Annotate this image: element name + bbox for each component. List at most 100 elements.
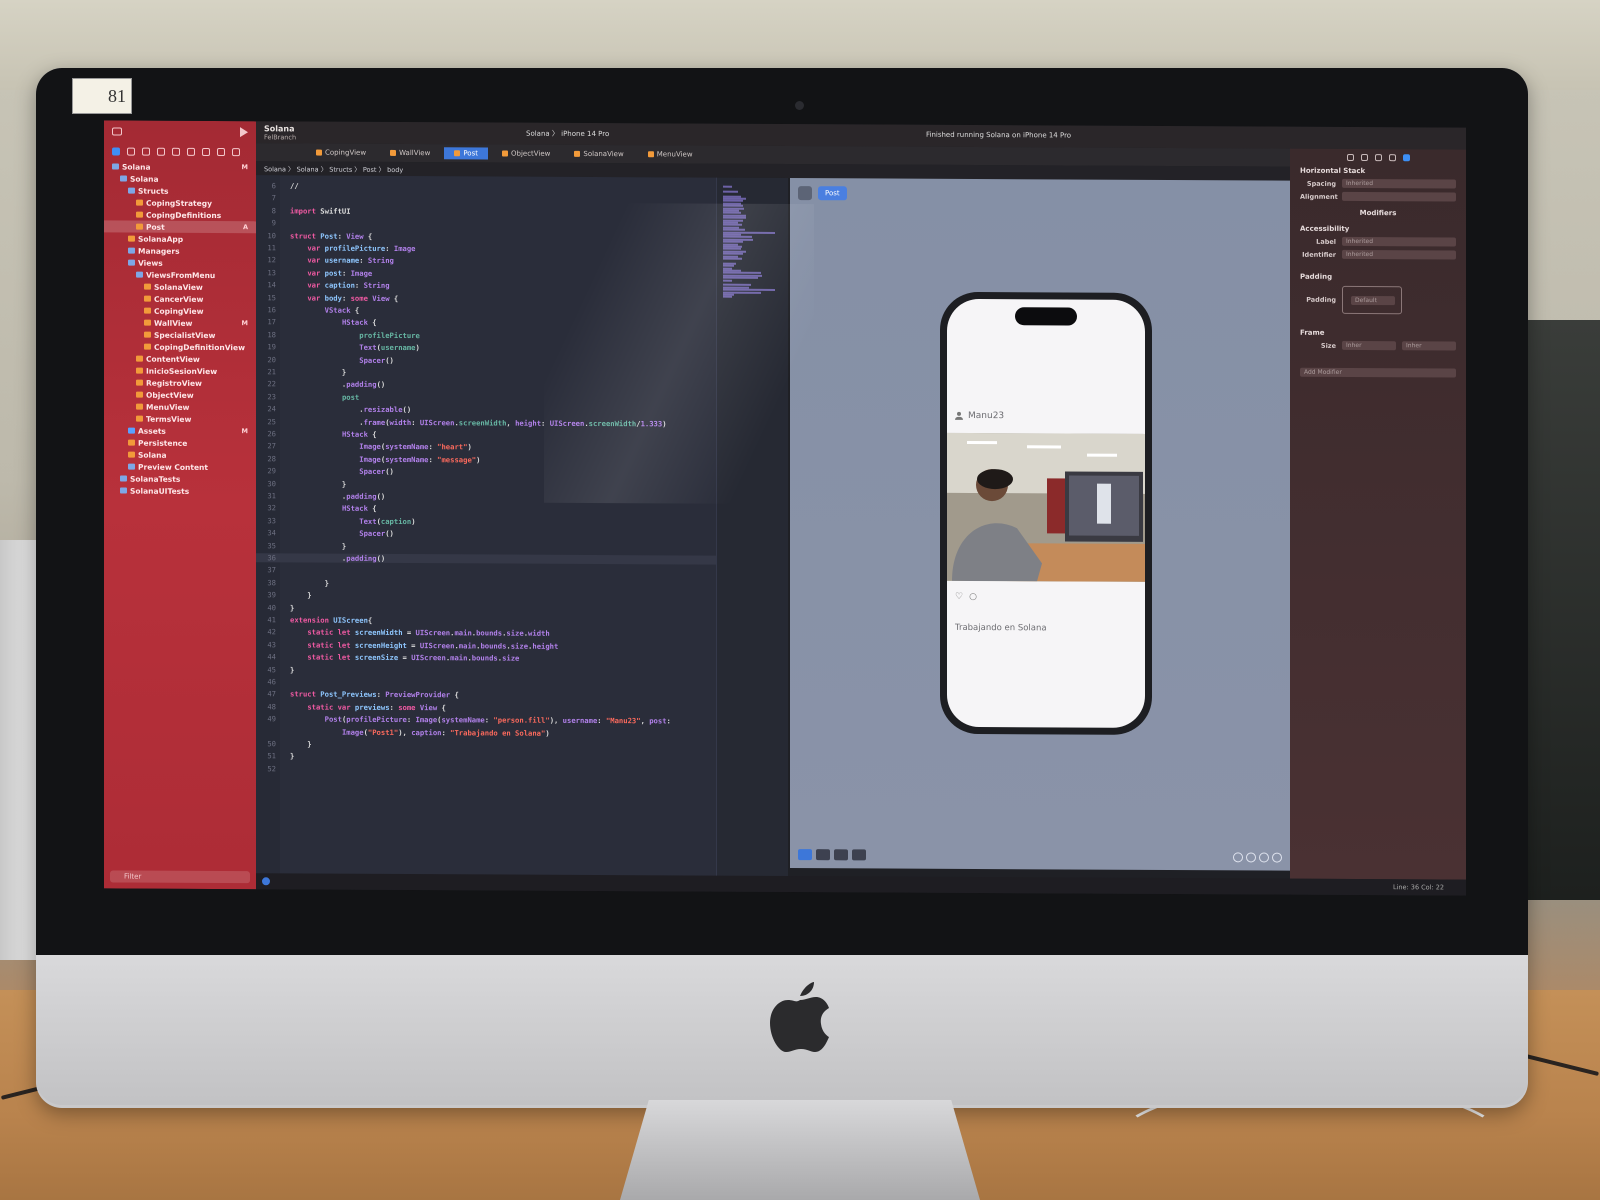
frame-header: Frame (1300, 328, 1325, 337)
navigator-item[interactable]: SolanaView (104, 280, 256, 293)
navigator-item[interactable]: SpecialistView (104, 328, 256, 341)
code-line[interactable]: 6 // (256, 181, 716, 193)
code-line[interactable]: 40} (256, 603, 716, 615)
report-icon[interactable] (232, 148, 240, 157)
code-line[interactable]: 34 Spacer() (256, 528, 716, 540)
pin-icon[interactable] (798, 186, 812, 201)
editor-tab[interactable]: Post (444, 147, 488, 160)
code-line[interactable]: 51} (256, 752, 716, 764)
message-icon[interactable]: ○ (969, 592, 977, 602)
device-settings-icon[interactable] (852, 849, 866, 861)
code-line[interactable]: 45} (256, 665, 716, 677)
code-line[interactable]: 37 (256, 566, 716, 578)
scheme-selector[interactable]: Solana 〉 iPhone 14 Pro (526, 129, 609, 139)
label-field[interactable]: Inherited (1342, 236, 1456, 247)
warning-icon[interactable] (172, 147, 180, 156)
navigator-item[interactable]: ContentView (104, 352, 256, 365)
navigator-item[interactable]: SolanaTests (104, 472, 256, 485)
navigator-item[interactable]: Solana M (104, 160, 256, 173)
history-inspector-icon[interactable] (1360, 153, 1368, 161)
navigator-item[interactable]: Solana (104, 448, 256, 461)
filter-input[interactable]: Filter (110, 870, 250, 884)
navigator-item[interactable]: CopingDefinitionView (104, 340, 256, 353)
preview-chip[interactable]: Post (818, 186, 847, 201)
spacing-field[interactable]: Inherited (1342, 178, 1456, 189)
editor-tab[interactable]: CopingView (306, 146, 376, 158)
editor-tab[interactable]: MenuView (638, 148, 703, 160)
navigator-item[interactable]: WallView M (104, 316, 256, 329)
navigator-item[interactable]: CancerView (104, 292, 256, 305)
navigator-item[interactable]: TermsView (104, 412, 256, 425)
editor-tab[interactable]: SolanaView (564, 148, 633, 160)
navigator-item[interactable]: RegistroView (104, 376, 256, 389)
code-line[interactable]: 50 } (256, 739, 716, 751)
code-line[interactable]: 46 (256, 677, 716, 689)
code-line[interactable]: 32 HStack { (256, 504, 716, 516)
navigator-item[interactable]: Preview Content (104, 460, 256, 473)
editor-tab[interactable]: ObjectView (492, 147, 560, 159)
navigator-item[interactable]: CopingDefinitions (104, 208, 256, 221)
modifiers-header: Modifiers (1359, 209, 1397, 218)
debug-icon[interactable] (202, 147, 210, 156)
zoom-actual-icon[interactable] (1259, 852, 1269, 863)
alignment-segmented-control[interactable] (1342, 191, 1456, 202)
source-control-icon[interactable] (127, 147, 135, 156)
accessibility-inspector-icon[interactable] (1388, 153, 1396, 161)
run-button[interactable] (240, 127, 248, 138)
code-line[interactable]: 35 } (256, 541, 716, 553)
navigator-item[interactable]: InicioSesionView (104, 364, 256, 377)
navigator-item[interactable]: CopingView (104, 304, 256, 317)
code-line[interactable]: 52 (256, 764, 716, 776)
padding-field[interactable]: Default (1351, 295, 1395, 306)
code-line[interactable]: 38 } (256, 578, 716, 590)
variants-icon[interactable] (834, 849, 848, 861)
code-line[interactable]: 36 .padding() (256, 553, 716, 566)
navigator-item[interactable]: CopingStrategy (104, 196, 256, 209)
code-line[interactable]: 41 extension UIScreen{ (256, 615, 716, 627)
heart-icon[interactable]: ♡ (955, 592, 963, 602)
file-inspector-icon[interactable] (1346, 153, 1354, 161)
folder-icon[interactable] (112, 147, 120, 156)
symbol-icon[interactable] (142, 147, 150, 156)
live-preview-icon[interactable] (798, 849, 812, 861)
navigator-item[interactable]: Views (104, 256, 256, 269)
code-line[interactable]: 44 static let screenSize = UIScreen.main… (256, 652, 716, 664)
code-line[interactable]: 39 } (256, 590, 716, 602)
code-line[interactable]: 47 struct Post_Previews: PreviewProvider … (256, 690, 716, 702)
code-line[interactable]: 49 Post(profilePicture: Image(systemName… (256, 714, 716, 726)
navigator-item[interactable]: Assets M (104, 424, 256, 437)
navigator-item[interactable]: Structs (104, 184, 256, 197)
code-line[interactable]: 43 static let screenHeight = UIScreen.ma… (256, 640, 716, 652)
navigator-item[interactable]: SolanaUITests (104, 484, 256, 497)
code-line[interactable]: 42 static let screenWidth = UIScreen.mai… (256, 628, 716, 640)
navigator-item[interactable]: ViewsFromMenu (104, 268, 256, 281)
branch-name[interactable]: FelBranch (264, 133, 296, 141)
width-field[interactable]: Inher (1342, 340, 1396, 351)
sidebar-toggle-icon[interactable] (112, 127, 122, 136)
code-line[interactable]: 48 static var previews: some View { (256, 702, 716, 714)
code-line[interactable]: 33 Text(caption) (256, 516, 716, 528)
identifier-field[interactable]: Inherited (1342, 249, 1456, 260)
zoom-in-icon[interactable] (1272, 852, 1282, 863)
search-icon[interactable] (157, 147, 165, 156)
debug-area-icon[interactable] (262, 877, 270, 886)
quick-help-icon[interactable] (1374, 153, 1382, 161)
navigator-item[interactable]: Managers (104, 244, 256, 257)
zoom-fit-icon[interactable] (1246, 852, 1256, 863)
test-icon[interactable] (187, 147, 195, 156)
navigator-item[interactable]: SolanaApp (104, 232, 256, 245)
code-line[interactable]: Image("Post1"), caption: "Trabajando en … (256, 727, 716, 739)
editor-tab[interactable]: WallView (380, 147, 440, 159)
navigator-item[interactable]: ObjectView (104, 388, 256, 401)
height-field[interactable]: Inher (1402, 341, 1456, 351)
zoom-out-icon[interactable] (1233, 852, 1243, 863)
jump-bar-path[interactable]: Solana 〉 Solana 〉 Structs 〉 Post 〉 body (264, 163, 403, 174)
attributes-inspector-icon[interactable] (1402, 153, 1410, 161)
add-modifier-field[interactable]: Add Modifier (1300, 367, 1456, 378)
navigator-item[interactable]: Persistence (104, 436, 256, 449)
navigator-item[interactable]: MenuView (104, 400, 256, 413)
navigator-item[interactable]: Post A (104, 220, 256, 234)
breakpoint-icon[interactable] (217, 148, 225, 157)
selectable-icon[interactable] (816, 849, 830, 861)
navigator-item[interactable]: Solana (104, 172, 256, 185)
